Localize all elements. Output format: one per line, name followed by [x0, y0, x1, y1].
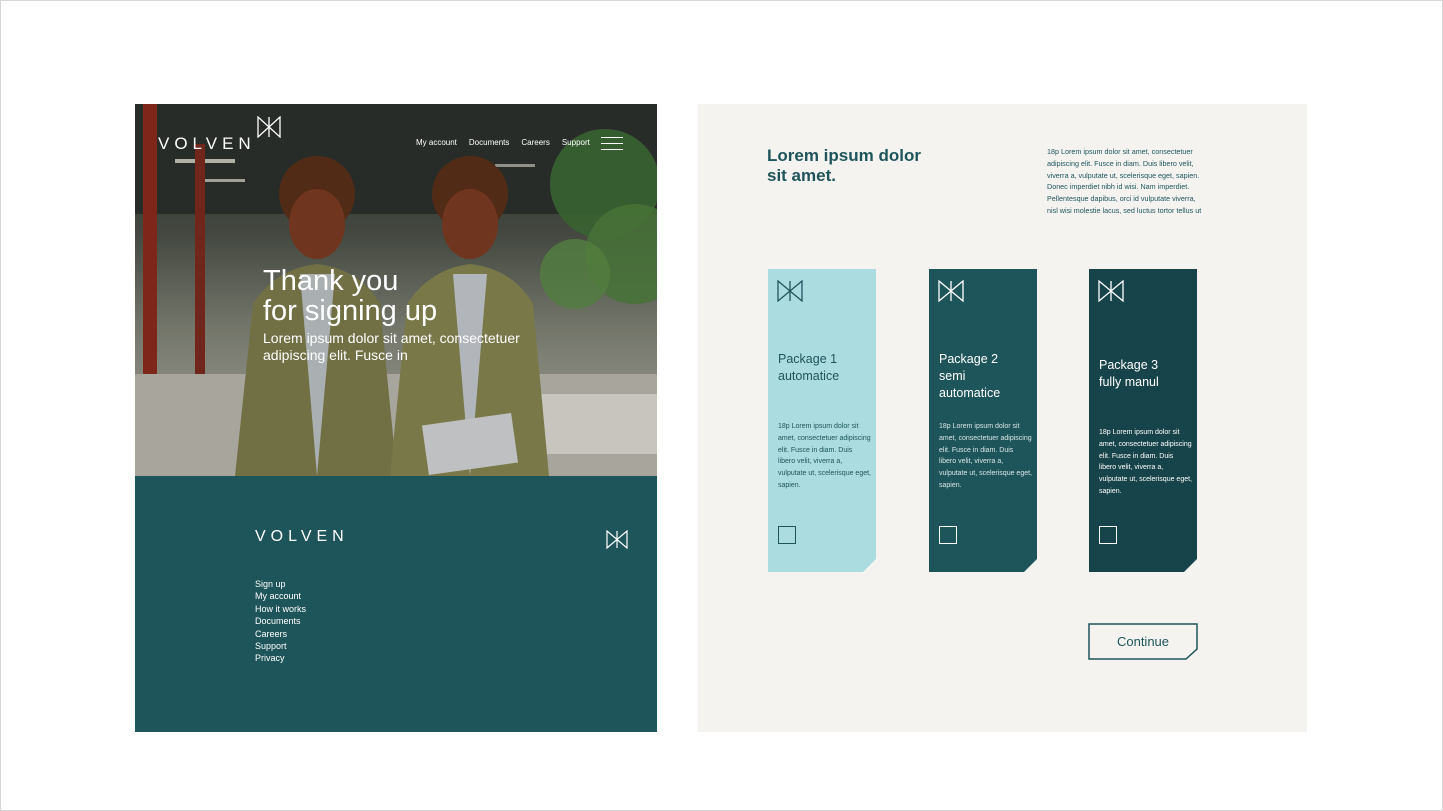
hero-section: VOLVEN My account Documents Careers Supp…: [135, 104, 657, 476]
nav-support[interactable]: Support: [562, 138, 590, 147]
package-card-3[interactable]: Package 3 fully manul 18p Lorem ipsum do…: [1089, 269, 1197, 572]
package-card-2[interactable]: Package 2 semi automatice 18p Lorem ipsu…: [929, 269, 1037, 572]
package-title-line-2: automatice: [778, 369, 840, 383]
hero-title-line-1: Thank you: [263, 265, 399, 297]
bowtie-icon: [938, 280, 964, 302]
continue-button-label: Continue: [1116, 634, 1170, 649]
package-description: 18p Lorem ipsum dolor sit amet, consecte…: [1099, 429, 1193, 495]
footer-link-privacy[interactable]: Privacy: [255, 652, 306, 664]
package-title: Package 1 automatice: [778, 351, 873, 385]
section-heading: Lorem ipsum dolor sit amet.: [767, 146, 921, 185]
footer: VOLVEN Sign up My account How it works D…: [135, 476, 657, 732]
package-checkbox[interactable]: [778, 526, 796, 544]
package-description: 18p Lorem ipsum dolor sit amet, consecte…: [778, 423, 872, 489]
hero-subtitle: Lorem ipsum dolor sit amet, consectetuer…: [263, 330, 520, 363]
footer-link-how-it-works[interactable]: How it works: [255, 603, 306, 615]
package-title-line-1: Package 1: [778, 352, 838, 366]
package-title: Package 3 fully manul: [1099, 357, 1194, 391]
package-card-1[interactable]: Package 1 automatice 18p Lorem ipsum dol…: [768, 269, 876, 572]
package-checkbox[interactable]: [1099, 526, 1117, 544]
nav-my-account[interactable]: My account: [416, 138, 457, 147]
package-title-line-1: Package 3: [1099, 358, 1159, 372]
section-body-text: 18p Lorem ipsum dolor sit amet, consecte…: [1047, 147, 1202, 215]
confirmation-page-mockup: VOLVEN My account Documents Careers Supp…: [135, 104, 657, 732]
package-selection-mockup: Lorem ipsum dolor sit amet. 18p Lorem ip…: [698, 104, 1307, 732]
package-title-line-1: Package 2: [939, 352, 999, 366]
bowtie-icon: [777, 280, 803, 302]
bowtie-logo-icon: [257, 116, 281, 138]
footer-link-documents[interactable]: Documents: [255, 615, 306, 627]
package-title-line-2: fully manul: [1099, 375, 1159, 389]
footer-logo[interactable]: VOLVEN: [255, 528, 349, 546]
footer-bowtie-icon: [606, 530, 628, 549]
footer-link-careers[interactable]: Careers: [255, 628, 306, 640]
hamburger-icon[interactable]: [601, 137, 623, 151]
brand-logo[interactable]: VOLVEN: [158, 134, 256, 154]
bowtie-icon: [1098, 280, 1124, 302]
footer-links: Sign up My account How it works Document…: [255, 578, 306, 665]
continue-button[interactable]: Continue: [1088, 623, 1198, 660]
hero-title-line-2: for signing up: [263, 295, 438, 327]
package-title-line-2: semi: [939, 369, 966, 383]
nav-documents[interactable]: Documents: [469, 138, 509, 147]
top-nav: My account Documents Careers Support: [416, 138, 590, 147]
footer-link-sign-up[interactable]: Sign up: [255, 578, 306, 590]
package-title-line-3: automatice: [939, 386, 1001, 400]
package-title: Package 2 semi automatice: [939, 351, 1034, 402]
footer-link-support[interactable]: Support: [255, 640, 306, 652]
footer-link-my-account[interactable]: My account: [255, 590, 306, 602]
nav-careers[interactable]: Careers: [521, 138, 549, 147]
package-checkbox[interactable]: [939, 526, 957, 544]
hero-title: Thank you for signing up: [263, 266, 563, 326]
package-description: 18p Lorem ipsum dolor sit amet, consecte…: [939, 423, 1033, 489]
